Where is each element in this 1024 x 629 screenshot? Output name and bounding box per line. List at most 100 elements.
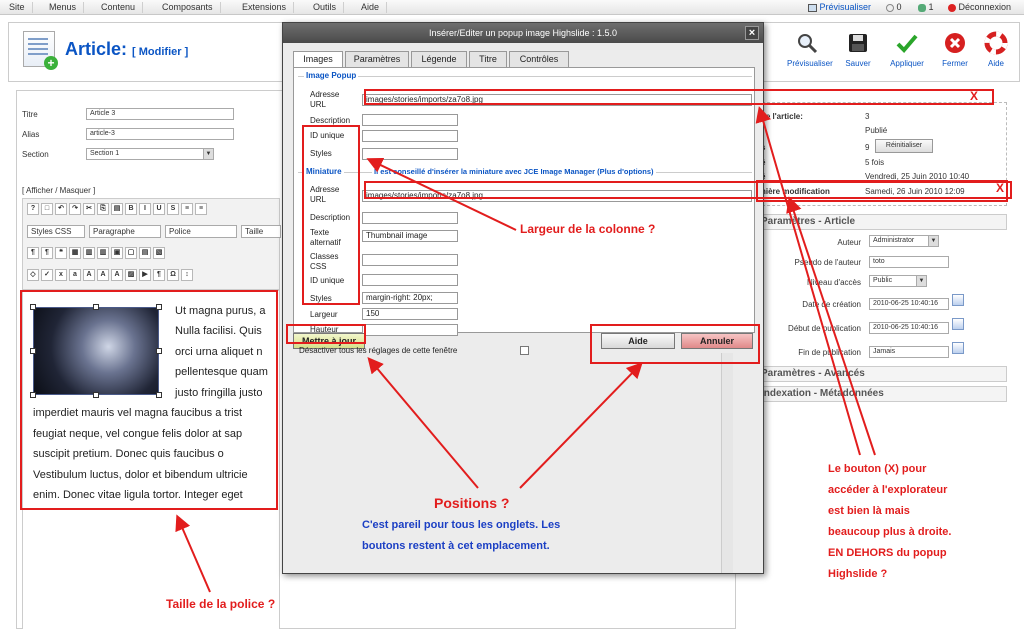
spellcheck-icon[interactable]: ✓ [41, 269, 53, 281]
delete-row-icon[interactable]: ▤ [139, 247, 151, 259]
media-icon[interactable]: ▶ [139, 269, 151, 281]
annotation-box-labels [302, 125, 360, 305]
table-col-icon[interactable]: ▥ [97, 247, 109, 259]
users-icon [918, 3, 926, 12]
delete-col-icon[interactable]: ▧ [153, 247, 165, 259]
disable-settings-checkbox[interactable] [520, 346, 529, 355]
thumb-styles-input[interactable]: margin-right: 20px; [362, 292, 458, 304]
preview-button[interactable]: Prévisualiser [787, 31, 833, 68]
help-button[interactable]: Aide [976, 31, 1016, 68]
tab-titre[interactable]: Titre [469, 51, 507, 67]
save-button-label: Sauver [845, 59, 871, 68]
font-select[interactable]: Police [165, 225, 237, 238]
metadata-header[interactable]: Indexation - Métadonnées [757, 386, 1007, 402]
author-select[interactable]: Administrator ▼ [869, 235, 939, 247]
menu-contenu[interactable]: Contenu [94, 2, 144, 13]
table-row-icon[interactable]: ▥ [83, 247, 95, 259]
author-alias-input[interactable]: toto [869, 256, 949, 268]
undo-icon[interactable]: ↶ [55, 203, 67, 215]
sort-icon[interactable]: ↕ [181, 269, 193, 281]
access-select[interactable]: Public ▼ [869, 275, 927, 287]
params-article-header[interactable]: Paramètres - Article [757, 214, 1007, 230]
abbr-icon[interactable]: a [69, 269, 81, 281]
blockquote-icon[interactable]: ❝ [55, 247, 67, 259]
alias-input[interactable]: article-3 [86, 128, 234, 140]
disable-settings-label: Désactiver tous les réglages de cette fe… [299, 346, 458, 355]
align-left-icon[interactable]: ≡ [181, 203, 193, 215]
editor-toggle-link[interactable]: [ Afficher / Masquer ] [22, 186, 95, 195]
height-input[interactable] [362, 324, 458, 336]
popup-close-icon[interactable]: × [745, 26, 759, 40]
width-input[interactable]: 150 [362, 308, 458, 320]
close-button[interactable]: Fermer [935, 31, 975, 68]
tab-parametres[interactable]: Paramètres [345, 51, 409, 67]
page-subtitle: [ Modifier ] [132, 46, 189, 58]
menu-outils[interactable]: Outils [306, 2, 345, 13]
copy-icon[interactable]: ⎘ [97, 203, 109, 215]
pilcrow-icon[interactable]: ¶ [153, 269, 165, 281]
cut-icon[interactable]: ✂ [83, 203, 95, 215]
thumbnail-note: Il est conseillé d'insérer la miniature … [372, 167, 656, 176]
messages-count[interactable]: 0 [886, 2, 902, 13]
calendar-icon[interactable] [952, 294, 964, 306]
code-icon[interactable]: ◇ [27, 269, 39, 281]
redo-icon[interactable]: ↷ [69, 203, 81, 215]
table-icon[interactable]: ▦ [69, 247, 81, 259]
underline-icon[interactable]: U [153, 203, 165, 215]
subscript-icon[interactable]: x [55, 269, 67, 281]
logout-link[interactable]: Déconnexion [948, 2, 1011, 13]
unique-id-input[interactable] [362, 130, 458, 142]
thumb-unique-id-input[interactable] [362, 274, 458, 286]
annotation-box-buttons [590, 324, 760, 364]
help-circle-icon[interactable]: ? [27, 203, 39, 215]
acronym-icon[interactable]: A [83, 269, 95, 281]
title-input[interactable]: Article 3 [86, 108, 234, 120]
strikethrough-icon[interactable]: S [167, 203, 179, 215]
tab-images[interactable]: Images [293, 51, 343, 68]
new-document-icon[interactable]: □ [41, 203, 53, 215]
paragraph-select[interactable]: Paragraphe [89, 225, 161, 238]
description-input[interactable] [362, 114, 458, 126]
paste-icon[interactable]: ▤ [111, 203, 123, 215]
menu-aide[interactable]: Aide [354, 2, 388, 13]
menu-site[interactable]: Site [2, 2, 33, 13]
char-map-icon[interactable]: Ω [167, 269, 179, 281]
rtl-icon[interactable]: ¶ [41, 247, 53, 259]
popup-scrollbar[interactable] [721, 353, 733, 573]
menu-menus[interactable]: Menus [42, 2, 85, 13]
align-center-icon[interactable]: ≡ [195, 203, 207, 215]
reset-hits-button[interactable]: Réinitialiser [875, 139, 933, 153]
tab-controles[interactable]: Contrôles [509, 51, 569, 67]
preview-link[interactable]: Prévisualiser [808, 2, 871, 13]
params-advanced-header[interactable]: Paramètres - Avancés [757, 366, 1007, 382]
save-button[interactable]: Sauver [838, 31, 878, 68]
creation-date-input[interactable]: 2010-06-25 10:40:16 [869, 298, 949, 310]
apply-button[interactable]: Appliquer [887, 31, 927, 68]
text-color-icon[interactable]: A [97, 269, 109, 281]
publish-up-input[interactable]: 2010-06-25 10:40:16 [869, 322, 949, 334]
image-icon[interactable]: ▨ [125, 269, 137, 281]
ltr-icon[interactable]: ¶ [27, 247, 39, 259]
merge-icon[interactable]: ▣ [111, 247, 123, 259]
calendar-icon[interactable] [952, 342, 964, 354]
publish-down-input[interactable]: Jamais [869, 346, 949, 358]
creation-date-label: Date de création [802, 300, 861, 309]
bold-icon[interactable]: B [125, 203, 137, 215]
alt-text-input[interactable]: Thumbnail image [362, 230, 458, 242]
tab-legende[interactable]: Légende [411, 51, 467, 67]
section-select-value: Section 1 [90, 150, 120, 157]
menu-extensions[interactable]: Extensions [235, 2, 295, 13]
section-select[interactable]: Section 1 ▼ [86, 148, 214, 160]
users-count[interactable]: 1 [918, 2, 934, 13]
styles-input[interactable] [362, 148, 458, 160]
highlight-icon[interactable]: A [111, 269, 123, 281]
menu-composants[interactable]: Composants [155, 2, 221, 13]
italic-icon[interactable]: I [139, 203, 151, 215]
thumb-description-input[interactable] [362, 212, 458, 224]
calendar-icon[interactable] [952, 318, 964, 330]
editor-toolbar-row-4: ◇ ✓ x a A A A ▨ ▶ ¶ Ω ↕ [27, 269, 195, 285]
styles-css-select[interactable]: Styles CSS [27, 225, 85, 238]
split-icon[interactable]: ▢ [125, 247, 137, 259]
css-classes-input[interactable] [362, 254, 458, 266]
size-select[interactable]: Taille [241, 225, 281, 238]
